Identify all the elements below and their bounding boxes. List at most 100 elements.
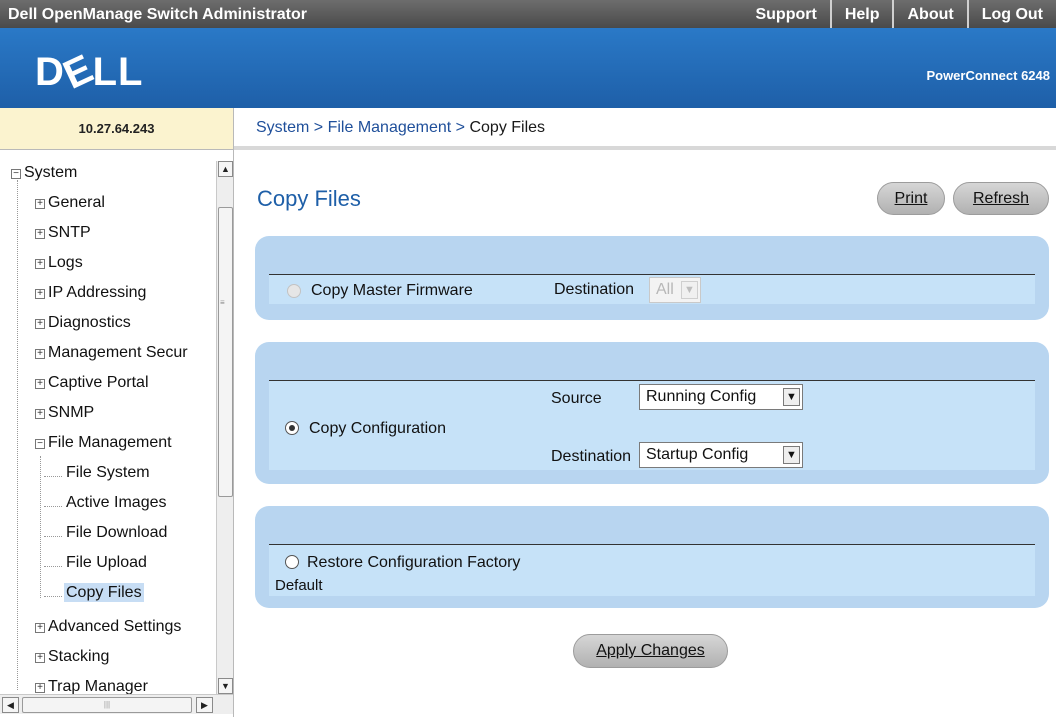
source-label: Source bbox=[551, 390, 602, 407]
expand-icon[interactable]: + bbox=[35, 319, 45, 329]
tree-item-ip-addressing[interactable]: + IP Addressing bbox=[35, 284, 146, 302]
firmware-destination-select[interactable]: All ▼ bbox=[649, 277, 701, 303]
tree-item-label: File System bbox=[66, 464, 150, 481]
tree-item-diagnostics[interactable]: + Diagnostics bbox=[35, 314, 131, 332]
breadcrumb-separator: > bbox=[313, 119, 324, 136]
top-bar: Dell OpenManage Switch Administrator Sup… bbox=[0, 0, 1056, 28]
expand-icon[interactable]: + bbox=[35, 199, 45, 209]
tree-item-file-download[interactable]: File Download bbox=[66, 524, 167, 542]
tree-guide-line bbox=[40, 456, 41, 598]
breadcrumb: System > File Management > Copy Files bbox=[233, 108, 1056, 150]
expand-icon[interactable]: + bbox=[35, 349, 45, 359]
tree-item-stacking[interactable]: + Stacking bbox=[35, 648, 109, 666]
about-link[interactable]: About bbox=[892, 0, 966, 28]
firmware-destination-value: All bbox=[656, 281, 674, 298]
source-value: Running Config bbox=[646, 388, 757, 405]
tree-item-sntp[interactable]: + SNTP bbox=[35, 224, 91, 242]
firmware-panel: Copy Master Firmware Destination All ▼ bbox=[255, 236, 1049, 320]
expand-icon[interactable]: + bbox=[35, 289, 45, 299]
tree-item-label: File Download bbox=[66, 524, 168, 541]
tree-item-management-security[interactable]: + Management Secur bbox=[35, 344, 188, 362]
tree-guide-line bbox=[44, 506, 62, 507]
expand-icon[interactable]: + bbox=[35, 379, 45, 389]
tree-item-label: General bbox=[48, 194, 105, 211]
tree-item-label: Stacking bbox=[48, 648, 110, 665]
tree-item-label: Active Images bbox=[66, 494, 167, 511]
tree-item-captive-portal[interactable]: + Captive Portal bbox=[35, 374, 149, 392]
scroll-thumb[interactable]: ||| bbox=[22, 697, 192, 713]
expand-icon[interactable]: + bbox=[35, 653, 45, 663]
tree-item-general[interactable]: + General bbox=[35, 194, 105, 212]
tree-item-label: SNMP bbox=[48, 404, 95, 421]
tree-item-logs[interactable]: + Logs bbox=[35, 254, 83, 272]
restore-default-label: Default bbox=[275, 577, 323, 594]
copy-configuration-radio[interactable] bbox=[285, 421, 299, 435]
tree-item-active-images[interactable]: Active Images bbox=[66, 494, 166, 512]
page-title: Copy Files bbox=[257, 186, 361, 211]
pane-divider bbox=[233, 108, 234, 717]
support-link[interactable]: Support bbox=[742, 0, 829, 28]
tree-item-label: File Upload bbox=[66, 554, 147, 571]
tree-guide-line bbox=[44, 596, 62, 597]
tree-horizontal-scrollbar[interactable]: ◀ ||| ▶ bbox=[0, 694, 233, 714]
tree-item-file-system[interactable]: File System bbox=[66, 464, 150, 482]
model-name: PowerConnect 6248 bbox=[926, 68, 1050, 83]
breadcrumb-separator: > bbox=[455, 119, 466, 136]
copy-master-firmware-radio[interactable] bbox=[287, 284, 301, 298]
copy-master-firmware-label: Copy Master Firmware bbox=[311, 282, 473, 299]
tree-item-snmp[interactable]: + SNMP bbox=[35, 404, 94, 422]
restore-row: Restore Configuration Factory Default bbox=[269, 544, 1035, 596]
tree-item-label: SNTP bbox=[48, 224, 91, 241]
config-destination-label: Destination bbox=[551, 448, 632, 465]
firmware-destination-label: Destination bbox=[554, 281, 635, 298]
collapse-icon[interactable]: − bbox=[11, 169, 21, 179]
dell-logo: DELL bbox=[35, 46, 144, 98]
scroll-up-icon[interactable]: ▲ bbox=[218, 161, 233, 177]
tree-item-file-management[interactable]: − File Management bbox=[35, 434, 172, 452]
tree-guide-line bbox=[44, 476, 62, 477]
print-button[interactable]: Print bbox=[877, 182, 945, 215]
breadcrumb-file-management[interactable]: File Management bbox=[328, 119, 452, 136]
config-destination-select[interactable]: Startup Config ▼ bbox=[639, 442, 803, 468]
expand-icon[interactable]: + bbox=[35, 683, 45, 693]
tree-item-label: Management Secur bbox=[48, 344, 188, 361]
restore-factory-label: Restore Configuration Factory bbox=[307, 554, 521, 571]
firmware-row: Copy Master Firmware Destination All ▼ bbox=[269, 274, 1035, 304]
tree-item-label: Copy Files bbox=[64, 583, 144, 602]
chevron-down-icon: ▼ bbox=[681, 281, 698, 299]
scroll-right-icon[interactable]: ▶ bbox=[196, 697, 213, 713]
expand-icon[interactable]: + bbox=[35, 623, 45, 633]
breadcrumb-copy-files: Copy Files bbox=[469, 119, 546, 136]
refresh-button[interactable]: Refresh bbox=[953, 182, 1049, 215]
copy-configuration-label: Copy Configuration bbox=[309, 420, 446, 437]
source-select[interactable]: Running Config ▼ bbox=[639, 384, 803, 410]
tree-item-label: Trap Manager bbox=[48, 678, 148, 695]
tree-item-label: IP Addressing bbox=[48, 284, 147, 301]
tree-vertical-scrollbar[interactable]: ▲ ≡ ▼ bbox=[216, 161, 233, 694]
apply-changes-button[interactable]: Apply Changes bbox=[573, 634, 728, 668]
restore-factory-default-radio[interactable] bbox=[285, 555, 299, 569]
logout-link[interactable]: Log Out bbox=[966, 0, 1056, 28]
tree-item-label: File Management bbox=[48, 434, 172, 451]
collapse-icon[interactable]: − bbox=[35, 439, 45, 449]
grip-icon: ≡ bbox=[220, 298, 225, 307]
tree-item-label: System bbox=[24, 164, 78, 181]
scroll-thumb[interactable] bbox=[218, 207, 233, 497]
expand-icon[interactable]: + bbox=[35, 229, 45, 239]
scroll-left-icon[interactable]: ◀ bbox=[2, 697, 19, 713]
chevron-down-icon: ▼ bbox=[783, 388, 800, 406]
tree-item-copy-files[interactable]: Copy Files bbox=[64, 583, 144, 602]
restore-panel: Restore Configuration Factory Default bbox=[255, 506, 1049, 608]
breadcrumb-system[interactable]: System bbox=[256, 119, 309, 136]
config-destination-value: Startup Config bbox=[646, 446, 749, 463]
scroll-down-icon[interactable]: ▼ bbox=[218, 678, 233, 694]
tree-item-advanced-settings[interactable]: + Advanced Settings bbox=[35, 618, 181, 636]
tree-item-file-upload[interactable]: File Upload bbox=[66, 554, 147, 572]
expand-icon[interactable]: + bbox=[35, 409, 45, 419]
tree-item-system[interactable]: − System bbox=[11, 164, 77, 182]
tree-guide-line bbox=[17, 180, 18, 690]
expand-icon[interactable]: + bbox=[35, 259, 45, 269]
help-link[interactable]: Help bbox=[829, 0, 893, 28]
configuration-row: Source Running Config ▼ Copy Configurati… bbox=[269, 380, 1035, 470]
ip-address: 10.27.64.243 bbox=[0, 108, 233, 150]
